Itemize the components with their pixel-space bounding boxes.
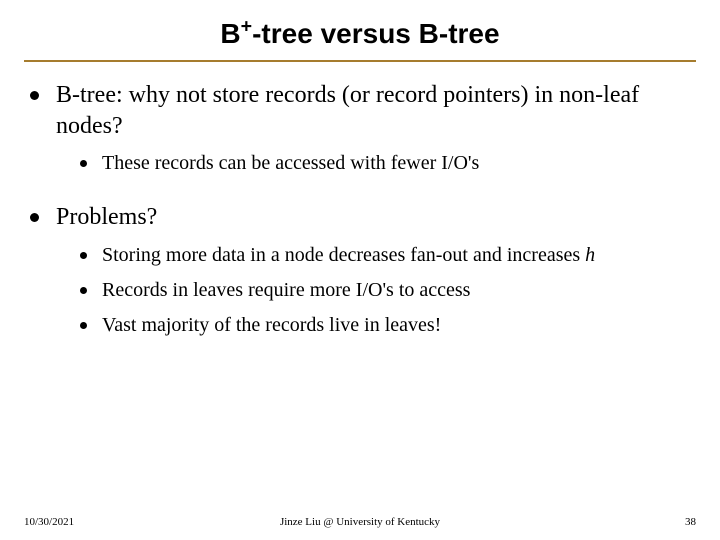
list-item: These records can be accessed with fewer… xyxy=(76,151,696,176)
list-item: Vast majority of the records live in lea… xyxy=(76,313,696,338)
title-underline xyxy=(24,60,696,62)
title-pre: B xyxy=(220,18,240,49)
bullet-text: Storing more data in a node decreases fa… xyxy=(102,244,585,266)
footer-date: 10/30/2021 xyxy=(24,516,74,528)
list-item: Storing more data in a node decreases fa… xyxy=(76,243,696,268)
sub-bullet-list: Storing more data in a node decreases fa… xyxy=(56,233,696,350)
sub-bullet-list: These records can be accessed with fewer… xyxy=(56,141,696,188)
bullet-text: Problems? xyxy=(56,204,157,230)
title-post: -tree versus B-tree xyxy=(252,18,499,49)
footer-attribution: Jinze Liu @ University of Kentucky xyxy=(280,516,440,528)
footer: 10/30/2021 Jinze Liu @ University of Ken… xyxy=(0,516,720,528)
bullet-list: B-tree: why not store records (or record… xyxy=(24,80,696,350)
list-item: Records in leaves require more I/O's to … xyxy=(76,278,696,303)
bullet-text: Records in leaves require more I/O's to … xyxy=(102,279,470,301)
slide: B+-tree versus B-tree B-tree: why not st… xyxy=(0,0,720,540)
bullet-text: These records can be accessed with fewer… xyxy=(102,152,479,174)
list-item: Problems? Storing more data in a node de… xyxy=(28,202,696,350)
list-item: B-tree: why not store records (or record… xyxy=(28,80,696,188)
bullet-text: Vast majority of the records live in lea… xyxy=(102,314,441,336)
italic-variable: h xyxy=(585,244,595,266)
bullet-text: B-tree: why not store records (or record… xyxy=(56,82,639,139)
slide-title: B+-tree versus B-tree xyxy=(24,18,696,60)
title-sup: + xyxy=(241,16,252,38)
footer-page-number: 38 xyxy=(685,516,696,528)
